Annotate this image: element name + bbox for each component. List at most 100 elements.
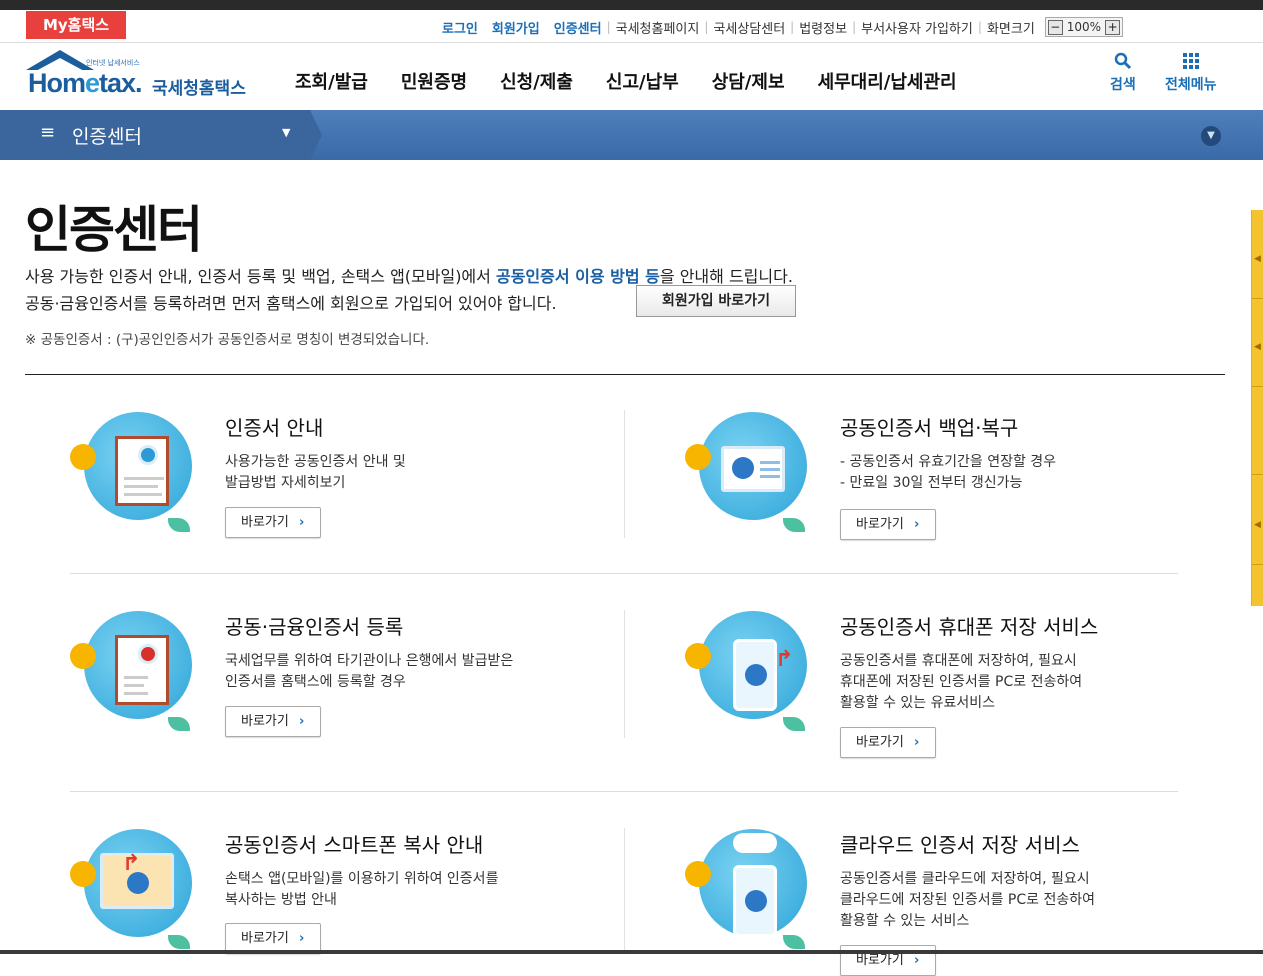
login-link[interactable]: 로그인 — [442, 18, 478, 37]
law-info-link[interactable]: 법령정보 — [799, 18, 847, 37]
grid-icon — [1165, 52, 1217, 74]
card-description: - 공동인증서 유효기간을 연장할 경우 - 만료일 30일 전부터 갱신가능 — [840, 454, 1057, 491]
smartphone-copy-icon: ↱ — [70, 829, 200, 959]
divider — [1252, 386, 1263, 387]
phone-transfer-icon: ↱ — [685, 611, 815, 741]
gnb-item-certificate[interactable]: 민원증명 — [401, 68, 467, 94]
divider — [1252, 564, 1263, 565]
chevron-left-icon: ◀ — [1254, 254, 1261, 264]
chevron-down-icon[interactable]: ▼ — [1201, 126, 1221, 146]
desc-highlight: 공동인증서 이용 방법 등 — [495, 267, 660, 286]
side-quick-tab[interactable]: ◀ ◀ ◀ — [1251, 210, 1263, 606]
logo-korean: 국세청홈택스 — [152, 79, 246, 99]
monitor-certificate-icon — [685, 412, 815, 542]
rename-note: ※ 공동인증서 : (구)공인인증서가 공동인증서로 명칭이 변경되었습니다. — [25, 332, 430, 348]
signup-notice: 공동·금융인증서를 등록하려면 먼저 홈택스에 회원으로 가입되어 있어야 합니… — [25, 294, 557, 313]
chevron-right-icon: › — [299, 714, 305, 729]
window-top-edge — [0, 0, 1263, 10]
location-title: 인증센터 — [72, 126, 142, 148]
chevron-right-icon: › — [299, 515, 305, 530]
go-button-label: 바로가기 — [241, 515, 289, 530]
all-menu-label: 전체메뉴 — [1165, 77, 1217, 93]
gnb-item-inquiry[interactable]: 조회/발급 — [295, 68, 368, 94]
card-description: 공동인증서를 휴대폰에 저장하여, 필요시 휴대폰에 저장된 인증서를 PC로 … — [840, 653, 1083, 711]
card-title: 공동인증서 백업·복구 — [840, 416, 1019, 440]
window-bottom-edge — [0, 950, 1263, 954]
nts-homepage-link[interactable]: 국세청홈페이지 — [616, 18, 700, 37]
divider — [624, 410, 625, 538]
all-menu-button[interactable]: 전체메뉴 — [1165, 52, 1217, 94]
chevron-left-icon: ◀ — [1254, 342, 1261, 352]
card-description: 공동인증서를 클라우드에 저장하여, 필요시 클라우드에 저장된 인증서를 PC… — [840, 871, 1095, 929]
divider: | — [704, 20, 709, 34]
screen-size-label: 화면크기 — [986, 21, 1035, 37]
chevron-right-icon: › — [914, 735, 920, 750]
go-button[interactable]: 바로가기 › — [225, 706, 321, 737]
page-description: 사용 가능한 인증서 안내, 인증서 등록 및 백업, 손택스 앱(모바일)에서… — [25, 263, 793, 287]
section-divider — [25, 374, 1225, 375]
logo-e: e — [85, 68, 100, 98]
certificate-check-icon — [70, 611, 200, 741]
location-bar: ≡ 인증센터 ▼ ▼ — [0, 110, 1263, 160]
hometax-logo[interactable]: 인터넷 납세서비스 Hometax. 국세청홈택스 — [24, 50, 254, 106]
divider — [70, 791, 1178, 792]
divider: | — [606, 20, 611, 34]
chevron-right-icon: › — [914, 517, 920, 532]
desc-part: 사용 가능한 인증서 안내, 인증서 등록 및 백업, 손택스 앱(모바일)에서 — [25, 267, 496, 286]
divider — [624, 610, 625, 738]
zoom-in-button[interactable]: + — [1105, 19, 1121, 35]
cert-center-link[interactable]: 인증센터 — [554, 18, 602, 37]
main-header: 인터넷 납세서비스 Hometax. 국세청홈택스 조회/발급 민원증명 신청/… — [0, 44, 1263, 110]
utility-links: 로그인 회원가입 인증센터 | 국세청홈페이지 | 국세상담센터 | 법령정보 … — [442, 17, 1124, 37]
go-button[interactable]: 바로가기 › — [225, 507, 321, 538]
divider — [70, 573, 1178, 574]
card-title: 클라우드 인증서 저장 서비스 — [840, 833, 1080, 857]
cloud-phone-icon — [685, 829, 815, 959]
search-button[interactable]: 검색 — [1110, 52, 1136, 94]
breadcrumb-arrow — [310, 110, 322, 160]
card-title: 공동·금융인증서 등록 — [225, 615, 404, 639]
divider: | — [790, 20, 795, 34]
card-title: 인증서 안내 — [225, 416, 324, 440]
card-title: 공동인증서 스마트폰 복사 안내 — [225, 833, 484, 857]
divider — [1252, 298, 1263, 299]
go-button[interactable]: 바로가기 › — [840, 727, 936, 758]
gnb-item-agent[interactable]: 세무대리/납세관리 — [818, 68, 957, 94]
dept-user-signup-link[interactable]: 부서사용자 가입하기 — [861, 18, 973, 37]
gnb-item-application[interactable]: 신청/제출 — [500, 68, 573, 94]
go-button-label: 바로가기 — [241, 931, 289, 946]
go-button-label: 바로가기 — [856, 953, 904, 968]
logo-hom: Hom — [28, 68, 86, 98]
consult-center-link[interactable]: 국세상담센터 — [713, 18, 785, 37]
card-description: 국세업무를 위하여 타기관이나 은행에서 발급받은 인증서를 홈택스에 등록할 … — [225, 653, 514, 690]
signup-link[interactable]: 회원가입 — [492, 18, 540, 37]
location-menu-dropdown[interactable]: ≡ 인증센터 ▼ — [0, 110, 310, 160]
search-label: 검색 — [1110, 77, 1136, 93]
divider — [1252, 474, 1263, 475]
caret-down-icon: ▼ — [282, 126, 291, 139]
go-button-label: 바로가기 — [241, 714, 289, 729]
card-description: 손택스 앱(모바일)를 이용하기 위하여 인증서를 복사하는 방법 안내 — [225, 871, 499, 908]
card-title: 공동인증서 휴대폰 저장 서비스 — [840, 615, 1099, 639]
logo-tax: tax. — [99, 68, 143, 98]
divider — [624, 828, 625, 950]
divider: | — [852, 20, 857, 34]
go-button-label: 바로가기 — [856, 517, 904, 532]
utility-bar: My홈택스 로그인 회원가입 인증센터 | 국세청홈페이지 | 국세상담센터 |… — [0, 10, 1263, 43]
logo-tagline: 인터넷 납세서비스 — [86, 59, 140, 67]
go-button[interactable]: 바로가기 › — [840, 509, 936, 540]
certificate-document-icon — [70, 412, 200, 542]
global-nav: 조회/발급 민원증명 신청/제출 신고/납부 상담/제보 세무대리/납세관리 — [295, 68, 990, 94]
chevron-right-icon: › — [299, 931, 305, 946]
chevron-left-icon: ◀ — [1254, 520, 1261, 530]
go-button-label: 바로가기 — [856, 735, 904, 750]
zoom-control: − 100% + — [1044, 17, 1124, 37]
zoom-out-button[interactable]: − — [1047, 19, 1063, 35]
page-title: 인증센터 — [25, 201, 203, 259]
join-membership-button[interactable]: 회원가입 바로가기 — [636, 285, 796, 317]
gnb-item-consult[interactable]: 상담/제보 — [712, 68, 785, 94]
divider: | — [977, 20, 982, 34]
gnb-item-filing[interactable]: 신고/납부 — [606, 68, 679, 94]
hamburger-icon: ≡ — [40, 122, 56, 143]
my-hometax-button[interactable]: My홈택스 — [26, 11, 126, 39]
